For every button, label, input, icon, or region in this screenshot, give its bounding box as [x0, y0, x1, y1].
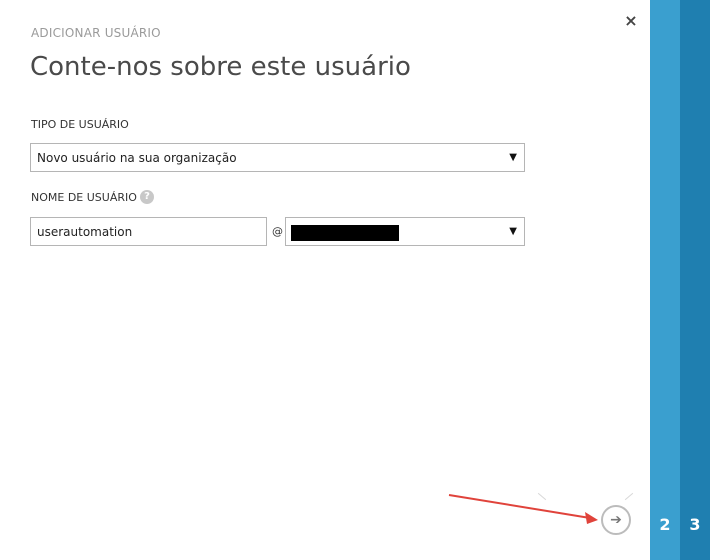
dropdown-arrow-icon: ▼ [509, 226, 517, 237]
user-type-selected-value: Novo usuário na sua organização [37, 151, 237, 165]
domain-select[interactable]: ▼ [285, 217, 525, 246]
app-root: ADICIONAR USUÁRIO Conte-nos sobre este u… [0, 0, 710, 560]
dialog-overline: ADICIONAR USUÁRIO [31, 26, 161, 40]
dropdown-arrow-icon: ▼ [509, 152, 517, 163]
user-type-select[interactable]: Novo usuário na sua organização ▼ [30, 143, 525, 172]
wizard-step-3[interactable]: 3 [680, 0, 710, 560]
user-name-label: NOME DE USUÁRIO [31, 191, 137, 204]
wizard-step-2[interactable]: 2 [650, 0, 680, 560]
at-sign: @ [272, 225, 283, 238]
redacted-domain [291, 225, 399, 241]
divider [537, 492, 547, 501]
user-type-label: TIPO DE USUÁRIO [31, 118, 129, 131]
add-user-dialog: ADICIONAR USUÁRIO Conte-nos sobre este u… [0, 0, 650, 560]
step-number: 2 [659, 515, 671, 534]
arrow-right-icon: ➔ [610, 512, 622, 528]
divider [624, 492, 634, 501]
page-title: Conte-nos sobre este usuário [30, 52, 411, 82]
user-name-input[interactable] [30, 217, 267, 246]
close-icon[interactable]: × [623, 13, 639, 29]
next-button[interactable]: ➔ [601, 505, 631, 535]
step-number: 3 [689, 515, 701, 534]
help-icon[interactable]: ? [140, 190, 154, 204]
